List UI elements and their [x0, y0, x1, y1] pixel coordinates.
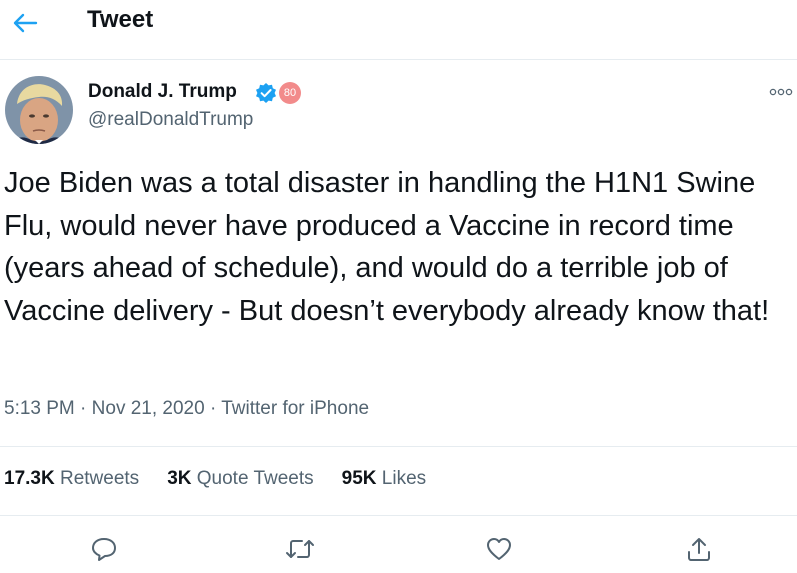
- page-title: Tweet: [87, 6, 154, 33]
- arrow-left-icon: [13, 13, 38, 33]
- retweets-stat[interactable]: 17.3K Retweets: [4, 467, 139, 491]
- retweets-count: 17.3K: [4, 468, 55, 489]
- divider: [0, 446, 797, 447]
- tweet-time[interactable]: 5:13 PM: [4, 398, 75, 419]
- verified-icon: [256, 83, 276, 103]
- retweets-label: Retweets: [59, 468, 140, 489]
- tweet-date[interactable]: Nov 21, 2020: [92, 398, 205, 419]
- meta-separator: ·: [209, 398, 217, 419]
- tweet-source[interactable]: Twitter for iPhone: [221, 398, 369, 419]
- quotes-label: Quote Tweets: [196, 468, 314, 489]
- tweet-stats: 17.3K Retweets 3K Quote Tweets 95K Likes: [4, 467, 454, 491]
- reply-icon: [92, 538, 116, 561]
- more-options-button[interactable]: [768, 84, 794, 100]
- page-header: Tweet: [0, 0, 797, 60]
- like-button[interactable]: [484, 534, 514, 564]
- retweet-button[interactable]: [285, 534, 315, 564]
- share-button[interactable]: [684, 534, 714, 564]
- score-badge: 80: [279, 82, 301, 104]
- heart-icon: [487, 538, 511, 560]
- more-icon: [769, 88, 793, 96]
- author-name[interactable]: Donald J. Trump: [88, 80, 237, 104]
- quote-tweets-stat[interactable]: 3K Quote Tweets: [167, 467, 313, 491]
- quotes-count: 3K: [167, 468, 192, 489]
- divider: [0, 515, 797, 516]
- meta-separator: ·: [80, 398, 87, 419]
- likes-count: 95K: [341, 468, 377, 489]
- author-handle[interactable]: @realDonaldTrump: [88, 108, 253, 132]
- likes-stat[interactable]: 95K Likes: [342, 467, 427, 491]
- reply-button[interactable]: [89, 534, 119, 564]
- back-button[interactable]: [6, 4, 44, 42]
- avatar[interactable]: [5, 76, 73, 144]
- retweet-icon: [286, 540, 314, 558]
- likes-label: Likes: [381, 468, 427, 489]
- tweet-text: Joe Biden was a total disaster in handli…: [4, 167, 770, 327]
- tweet-meta: 5:13 PM · Nov 21, 2020 · Twitter for iPh…: [4, 397, 369, 421]
- share-icon: [688, 538, 710, 561]
